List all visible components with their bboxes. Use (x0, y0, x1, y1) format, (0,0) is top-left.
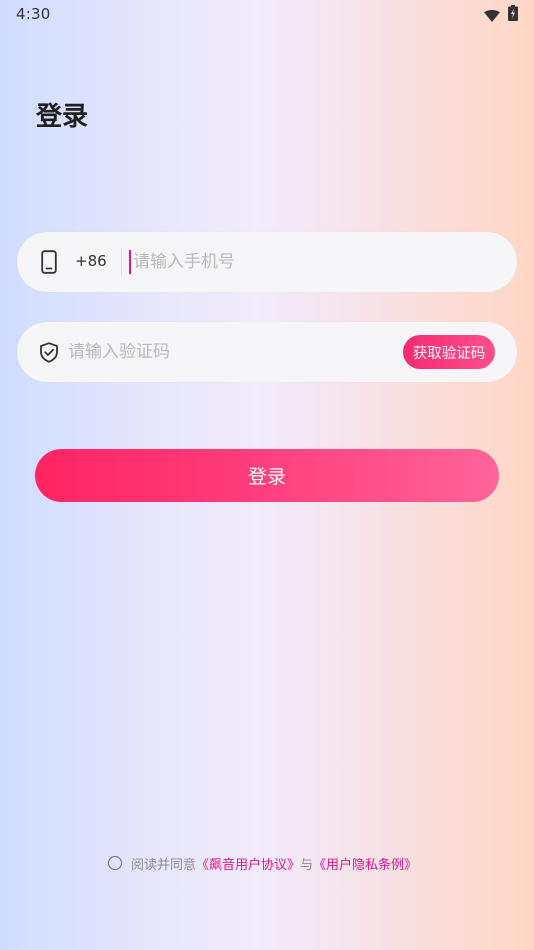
wifi-icon (484, 7, 500, 26)
status-bar: 4:30 (0, 0, 534, 28)
phone-icon (41, 250, 57, 278)
login-button[interactable]: 登录 (35, 449, 499, 502)
shield-check-icon (39, 342, 59, 367)
code-input[interactable] (68, 322, 398, 382)
phone-field[interactable]: +86 (17, 232, 517, 292)
privacy-policy-link[interactable]: 《用户隐私条例》 (313, 854, 417, 873)
phone-input[interactable] (133, 232, 493, 292)
divider (121, 248, 122, 276)
status-time: 4:30 (16, 5, 51, 23)
agree-checkbox[interactable] (108, 856, 122, 870)
country-code[interactable]: +86 (75, 252, 107, 270)
agreement-connector: 与 (300, 857, 314, 873)
battery-charging-icon (508, 5, 518, 25)
page-title: 登录 (36, 102, 89, 132)
text-cursor (129, 250, 131, 274)
agreement-prefix: 阅读并同意 (131, 857, 197, 873)
get-code-button[interactable]: 获取验证码 (403, 335, 495, 369)
code-field[interactable]: 获取验证码 (17, 322, 517, 382)
user-agreement-link[interactable]: 《飙音用户协议》 (196, 854, 300, 873)
agreement: 阅读并同意 《飙音用户协议》 与 《用户隐私条例》 (108, 853, 417, 873)
